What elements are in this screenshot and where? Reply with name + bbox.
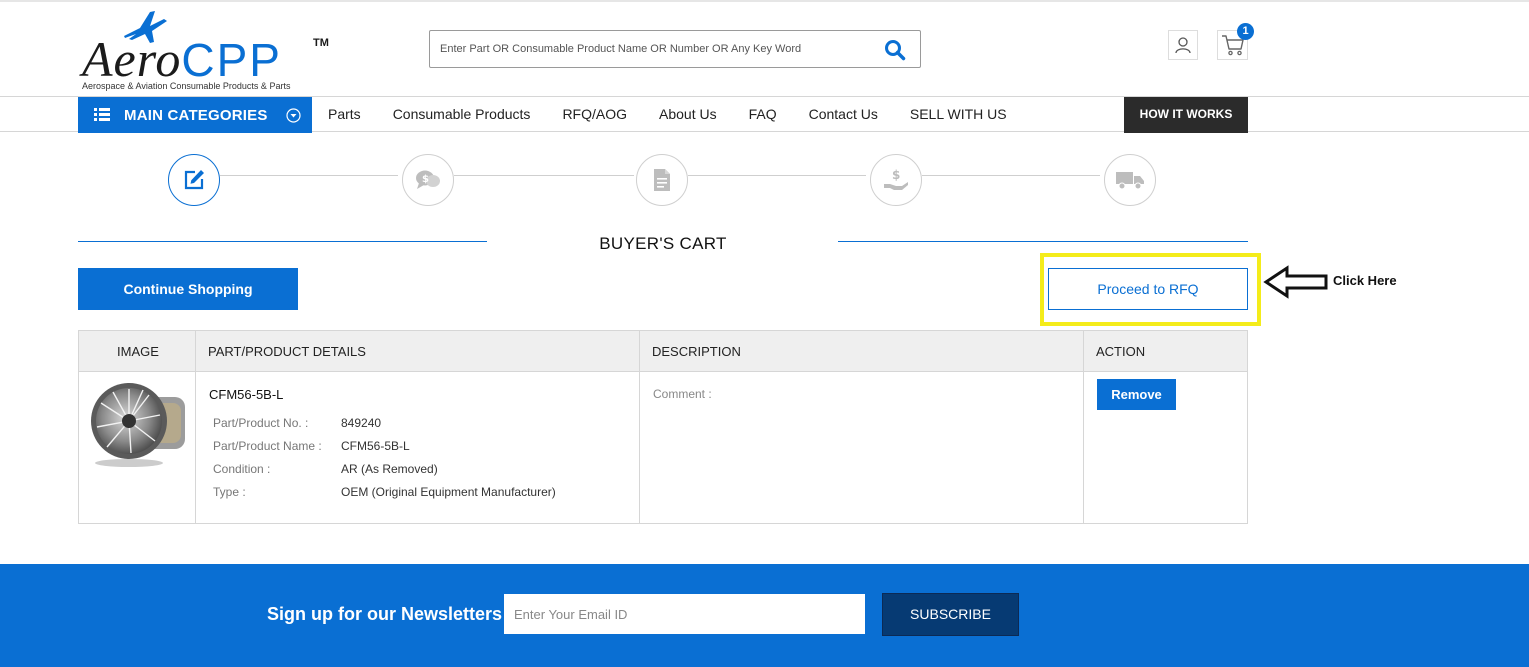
- nav-link-consumable-products[interactable]: Consumable Products: [377, 97, 547, 133]
- spec-label-type: Type :: [213, 485, 246, 499]
- site-logo[interactable]: AeroCPP TM Aerospace & Aviation Consumab…: [82, 6, 332, 92]
- svg-text:$: $: [422, 174, 429, 185]
- click-here-annotation: Click Here: [1333, 273, 1397, 288]
- spec-label-part-no: Part/Product No. :: [213, 416, 309, 430]
- top-rule: [0, 0, 1529, 2]
- nav-link-faq[interactable]: FAQ: [733, 97, 793, 133]
- title-rule-right: [838, 241, 1248, 242]
- column-divider: [195, 331, 196, 523]
- spec-value-part-no: 849240: [341, 416, 382, 430]
- progress-steps: $ $: [0, 150, 1529, 210]
- nav-link-parts[interactable]: Parts: [312, 97, 377, 133]
- nav-link-rfq-aog[interactable]: RFQ/AOG: [546, 97, 643, 133]
- search-icon[interactable]: [884, 39, 906, 61]
- subscribe-button[interactable]: SUBSCRIBE: [882, 593, 1019, 636]
- column-header-image: IMAGE: [117, 344, 159, 359]
- step-quote: $: [402, 154, 454, 206]
- how-it-works-button[interactable]: HOW IT WORKS: [1124, 97, 1248, 133]
- nav-links: Parts Consumable Products RFQ/AOG About …: [312, 97, 1023, 133]
- search-bar: [429, 30, 921, 68]
- product-image: [91, 383, 185, 467]
- logo-cpp: CPP: [181, 34, 282, 86]
- spec-label-condition: Condition :: [213, 462, 271, 476]
- step-connector: [454, 175, 634, 176]
- logo-trademark: TM: [313, 37, 329, 49]
- chat-dollar-icon: $: [416, 170, 440, 189]
- step-connector: [688, 175, 866, 176]
- continue-shopping-button[interactable]: Continue Shopping: [78, 268, 298, 310]
- spec-label-part-name: Part/Product Name :: [213, 439, 322, 453]
- cart-count-badge: 1: [1237, 23, 1254, 40]
- spec-value-condition: AR (As Removed): [341, 462, 438, 476]
- logo-tagline: Aerospace & Aviation Consumable Products…: [82, 81, 291, 91]
- account-button[interactable]: [1168, 30, 1198, 60]
- edit-icon: [184, 170, 204, 190]
- column-header-action: ACTION: [1096, 344, 1146, 359]
- proceed-to-rfq-button[interactable]: Proceed to RFQ: [1048, 268, 1248, 310]
- list-icon: [94, 108, 110, 121]
- email-input[interactable]: [504, 594, 865, 634]
- search-input[interactable]: [430, 31, 870, 67]
- nav-link-about-us[interactable]: About Us: [643, 97, 733, 133]
- step-payment: $: [870, 154, 922, 206]
- main-categories-button[interactable]: MAIN CATEGORIES: [78, 97, 312, 133]
- column-divider: [1083, 331, 1084, 523]
- step-connector: [220, 175, 398, 176]
- user-icon: [1175, 37, 1191, 54]
- main-categories-label: MAIN CATEGORIES: [124, 107, 268, 124]
- nav-link-sell-with-us[interactable]: SELL WITH US: [894, 97, 1023, 133]
- page-title: BUYER'S CART: [599, 234, 727, 253]
- truck-icon: [1116, 172, 1144, 190]
- spec-value-part-name: CFM56-5B-L: [341, 439, 410, 453]
- remove-button[interactable]: Remove: [1097, 379, 1176, 410]
- column-header-description: DESCRIPTION: [652, 344, 741, 359]
- app-root: AeroCPP TM Aerospace & Aviation Consumab…: [0, 0, 1529, 667]
- logo-wordmark: AeroCPP: [82, 34, 282, 85]
- step-document: [636, 154, 688, 206]
- nav-link-contact-us[interactable]: Contact Us: [793, 97, 894, 133]
- hand-dollar-icon: $: [884, 168, 908, 190]
- table-header: IMAGE PART/PRODUCT DETAILS DESCRIPTION A…: [79, 331, 1247, 372]
- arrow-left-icon: [1263, 265, 1328, 299]
- newsletter-footer: Sign up for our Newsletters SUBSCRIBE: [0, 564, 1529, 667]
- step-edit: [168, 154, 220, 206]
- logo-aero: Aero: [82, 31, 182, 87]
- cart-table: IMAGE PART/PRODUCT DETAILS DESCRIPTION A…: [78, 330, 1248, 524]
- newsletter-label: Sign up for our Newsletters: [267, 604, 503, 624]
- title-rule-left: [78, 241, 487, 242]
- product-title: CFM56-5B-L: [209, 387, 284, 402]
- column-divider: [639, 331, 640, 523]
- step-connector: [922, 175, 1100, 176]
- comment-label: Comment :: [653, 387, 712, 401]
- chevron-down-icon: [286, 108, 301, 123]
- main-nav: MAIN CATEGORIES Parts Consumable Product…: [0, 96, 1529, 133]
- svg-text:$: $: [892, 168, 900, 182]
- spec-value-type: OEM (Original Equipment Manufacturer): [341, 485, 556, 499]
- step-delivery: [1104, 154, 1156, 206]
- document-icon: [654, 169, 670, 191]
- column-header-details: PART/PRODUCT DETAILS: [208, 344, 366, 359]
